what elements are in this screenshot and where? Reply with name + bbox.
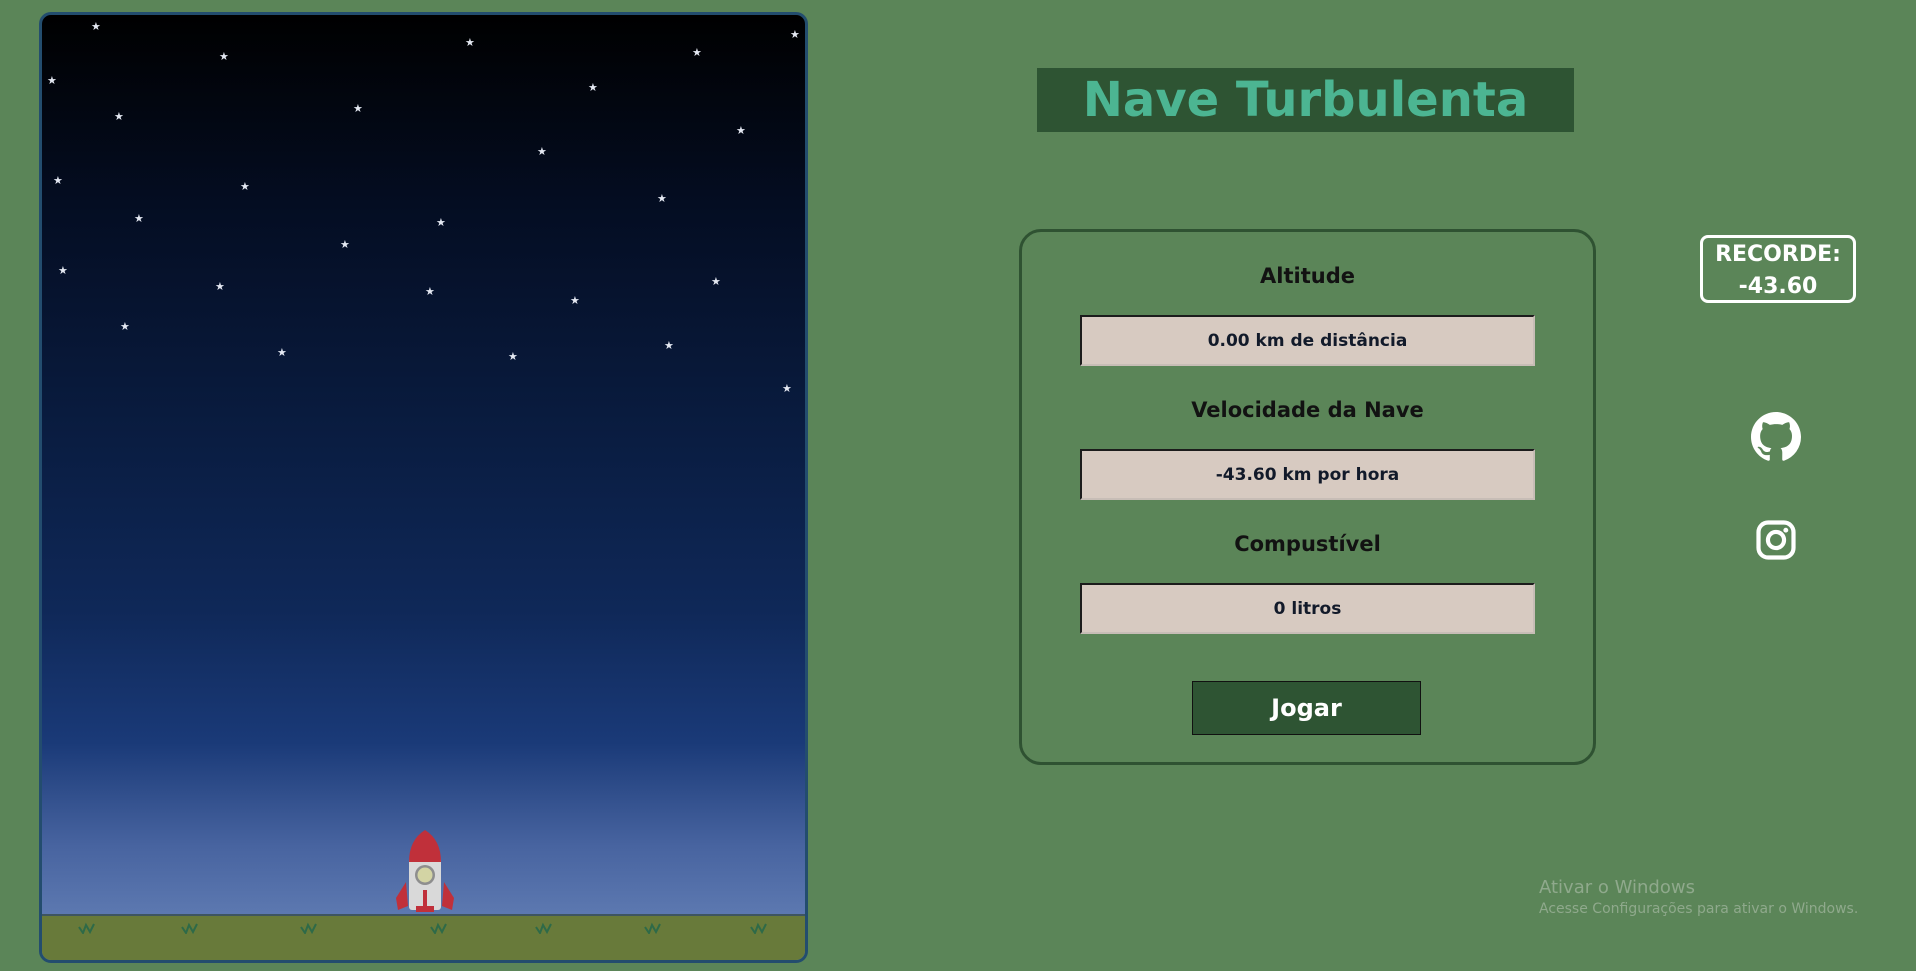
star: ★ [425,285,435,298]
title-banner: Nave Turbulenta [1037,68,1574,132]
grass-tuft [535,922,552,934]
star: ★ [508,350,518,363]
star: ★ [782,382,792,395]
star: ★ [436,216,446,229]
speed-field: -43.60 km por hora [1080,449,1535,500]
game-title: Nave Turbulenta [1082,72,1529,128]
fuel-label: Compustível [1234,532,1381,556]
star: ★ [465,36,475,49]
play-button[interactable]: Jogar [1192,681,1421,735]
star: ★ [240,180,250,193]
star: ★ [215,280,225,293]
star: ★ [340,238,350,251]
star: ★ [736,124,746,137]
speed-label: Velocidade da Nave [1191,398,1424,422]
record-box: RECORDE: -43.60 [1700,235,1856,303]
watermark-line-1: Ativar o Windows [1539,877,1695,898]
star: ★ [277,346,287,359]
fuel-field: 0 litros [1080,583,1535,634]
altitude-field: 0.00 km de distância [1080,315,1535,366]
rocket-ship [396,830,454,912]
altitude-label: Altitude [1260,264,1355,288]
grass-tuft [644,922,661,934]
record-label: RECORDE: [1715,242,1841,267]
star: ★ [353,102,363,115]
grass-tuft [750,922,767,934]
star: ★ [711,275,721,288]
stats-panel: Altitude 0.00 km de distância Velocidade… [1019,229,1596,765]
star: ★ [47,74,57,87]
windows-activation-watermark: Ativar o Windows Acesse Configurações pa… [1539,877,1858,917]
star: ★ [570,294,580,307]
star: ★ [657,192,667,205]
record-value: -43.60 [1738,274,1818,299]
grass-tuft [78,922,95,934]
star: ★ [58,264,68,277]
star: ★ [120,320,130,333]
star: ★ [134,212,144,225]
star: ★ [114,110,124,123]
star: ★ [91,20,101,33]
star: ★ [692,46,702,59]
star: ★ [790,28,800,41]
instagram-icon[interactable] [1755,519,1797,561]
grass-tuft [300,922,317,934]
github-icon[interactable] [1751,412,1801,462]
watermark-line-2: Acesse Configurações para ativar o Windo… [1539,901,1859,917]
star: ★ [219,50,229,63]
grass-tuft [430,922,447,934]
game-scene[interactable]: ★ ★ ★ ★ ★ ★ ★ ★ ★ ★ ★ ★ ★ ★ ★ ★ ★ ★ ★ ★ ★ ★ ★ ★ ★ ★ ★ [39,12,808,963]
star: ★ [537,145,547,158]
star: ★ [588,81,598,94]
star: ★ [53,174,63,187]
grass-tuft [181,922,198,934]
star: ★ [664,339,674,352]
ground [42,914,805,960]
